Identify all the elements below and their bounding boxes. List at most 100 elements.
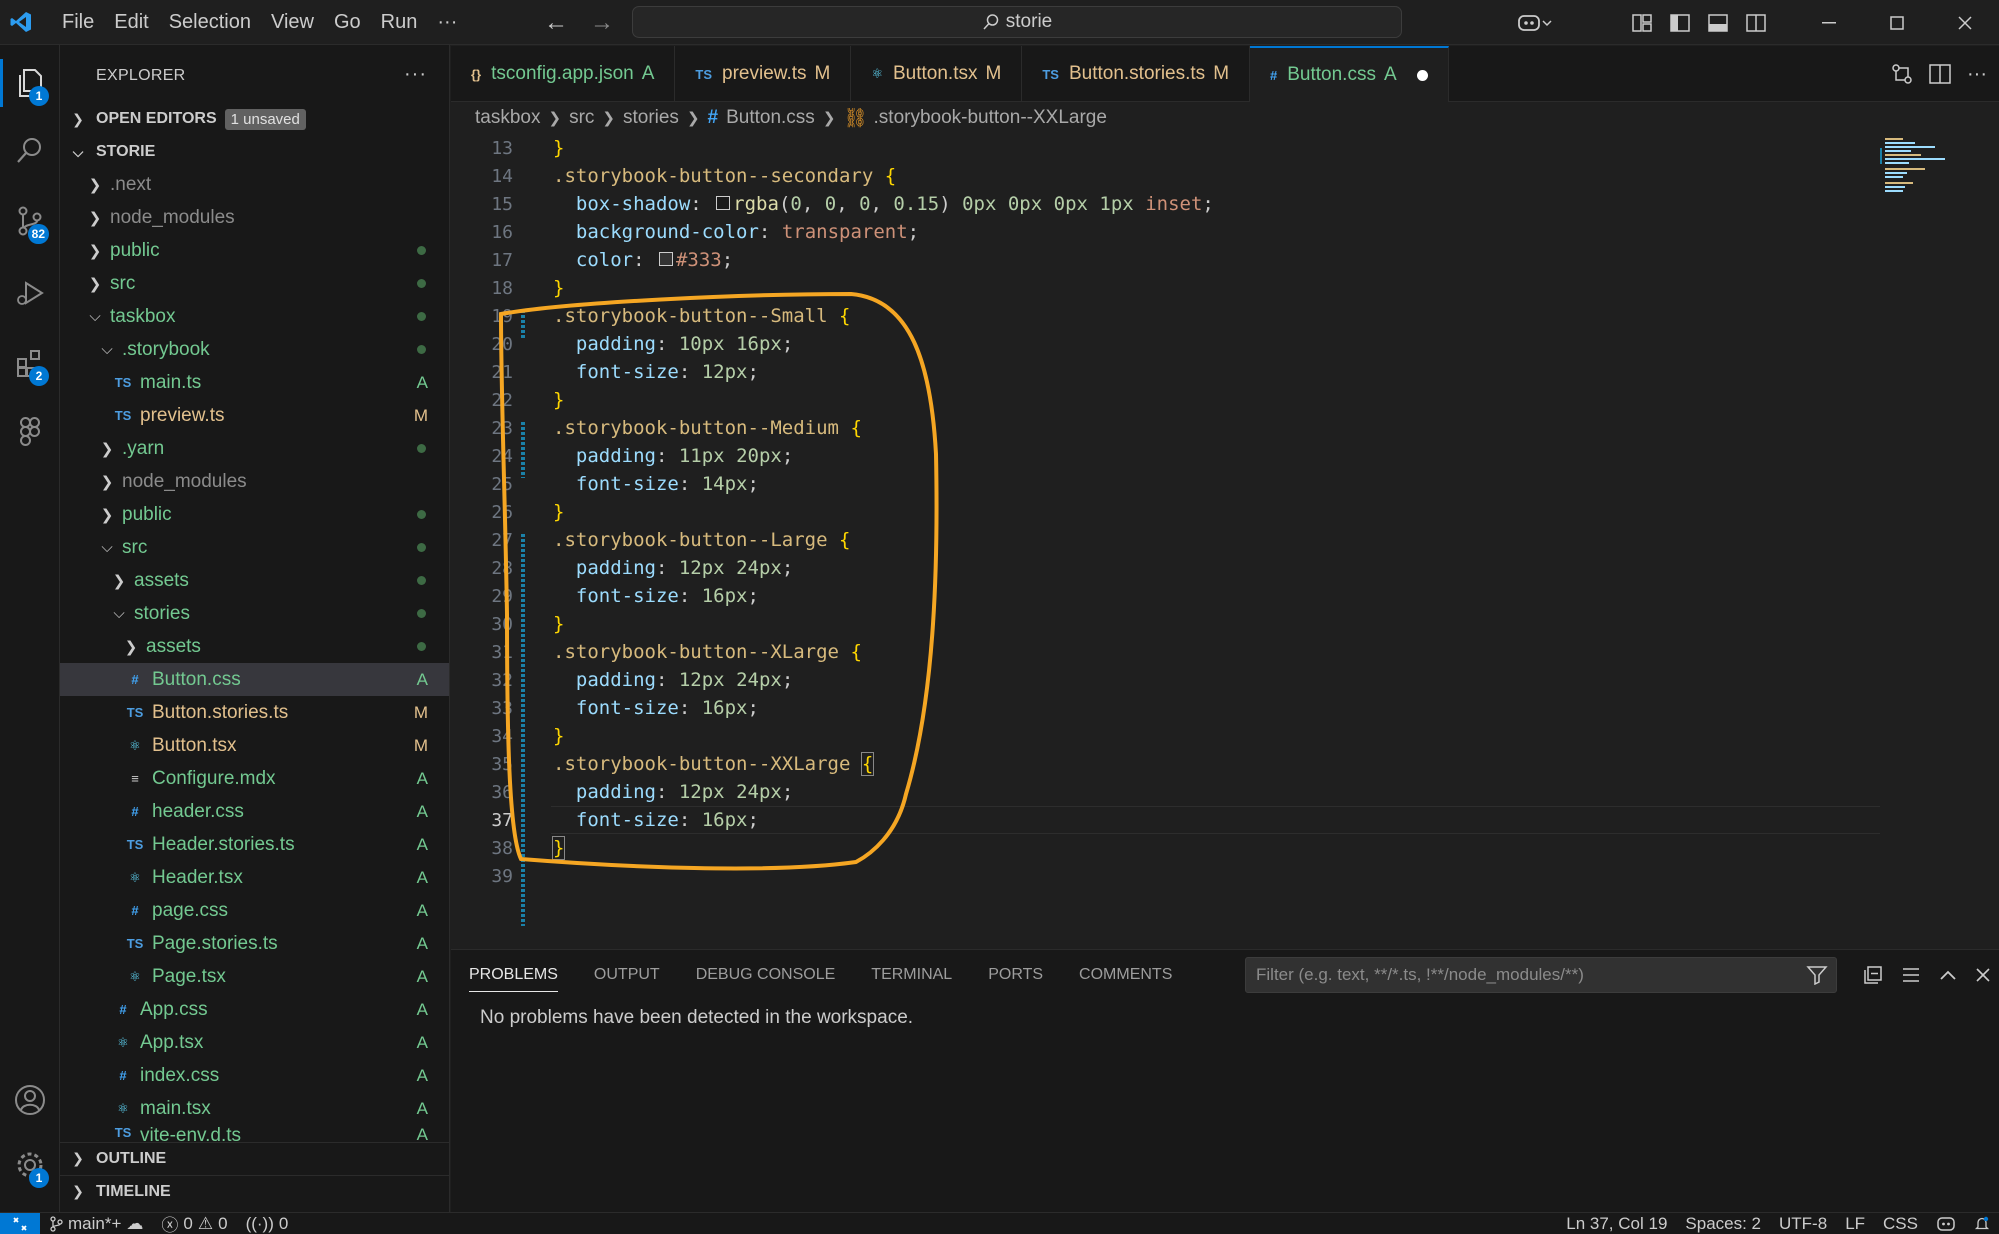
explorer-more-icon[interactable]: ··· [404, 63, 427, 86]
tab-tsconfig-app-json[interactable]: {} tsconfig.app.json A [451, 46, 676, 102]
view-as-list-icon[interactable] [1901, 966, 1921, 984]
back-arrow-icon[interactable]: ← [544, 9, 568, 37]
maximize-panel-icon[interactable] [1939, 969, 1957, 981]
tree-folder-public-2[interactable]: ❯ public [60, 498, 449, 531]
explorer-icon[interactable]: 1 [0, 53, 60, 113]
problems-filter-input[interactable]: Filter (e.g. text, **/*.ts, !**/node_mod… [1245, 957, 1837, 993]
command-center-search[interactable]: storie [632, 6, 1402, 38]
copilot-status-icon[interactable] [1927, 1216, 1965, 1232]
minimize-icon[interactable] [1795, 0, 1863, 45]
problems-status[interactable]: ⓧ 0 ⚠ 0 [152, 1211, 236, 1234]
tab-button-stories-ts[interactable]: TS Button.stories.ts M [1022, 46, 1251, 102]
tree-file-header-css[interactable]: # header.css A [60, 795, 449, 828]
tree-folder-src-2[interactable]: ⌵ src [60, 531, 449, 564]
breadcrumb-src[interactable]: src [569, 107, 594, 129]
outline-section[interactable]: ❯ OUTLINE [60, 1142, 449, 1174]
tree-file-header-tsx[interactable]: ⚛ Header.tsx A [60, 861, 449, 894]
menu-go[interactable]: Go [324, 0, 371, 45]
tree-folder-storybook[interactable]: ⌵ .storybook [60, 333, 449, 366]
toggle-primary-sidebar-icon[interactable] [1661, 0, 1699, 45]
tree-folder-assets[interactable]: ❯ assets [60, 564, 449, 597]
timeline-section[interactable]: ❯ TIMELINE [60, 1175, 449, 1207]
tab-button-css[interactable]: # Button.css A [1250, 46, 1449, 102]
split-editor-icon[interactable] [1929, 64, 1951, 84]
tab-terminal[interactable]: TERMINAL [853, 950, 970, 1000]
tree-file-main-ts[interactable]: TS main.ts A [60, 366, 449, 399]
tree-file-page-tsx[interactable]: ⚛ Page.tsx A [60, 960, 449, 993]
more-actions-icon[interactable]: ··· [1967, 63, 1987, 86]
tab-problems[interactable]: PROBLEMS [451, 950, 576, 1000]
tree-folder-src[interactable]: ❯ src [60, 267, 449, 300]
toggle-secondary-sidebar-icon[interactable] [1737, 0, 1775, 45]
encoding[interactable]: UTF-8 [1770, 1214, 1836, 1234]
tree-file-page-stories-ts[interactable]: TS Page.stories.ts A [60, 927, 449, 960]
tree-file-button-css[interactable]: # Button.css A [60, 663, 449, 696]
tree-file-header-stories-ts[interactable]: TS Header.stories.ts A [60, 828, 449, 861]
toggle-panel-icon[interactable] [1699, 0, 1737, 45]
breadcrumb-stories[interactable]: stories [623, 107, 679, 129]
menu-run[interactable]: Run [371, 0, 428, 45]
ports-status[interactable]: ((·)) 0 [237, 1214, 298, 1234]
breadcrumb-taskbox[interactable]: taskbox [475, 107, 540, 129]
tree-file-vite-env[interactable]: TS vite-env.d.ts A [60, 1125, 449, 1141]
breadcrumb-button-css[interactable]: Button.css [726, 107, 815, 129]
menu-file[interactable]: File [52, 0, 104, 45]
menu-edit[interactable]: Edit [104, 0, 158, 45]
menu-more[interactable]: ··· [427, 0, 467, 45]
indentation[interactable]: Spaces: 2 [1676, 1214, 1770, 1234]
account-icon[interactable] [0, 1070, 60, 1130]
tree-file-main-tsx[interactable]: ⚛ main.tsx A [60, 1092, 449, 1125]
figma-icon[interactable] [0, 402, 60, 462]
menu-view[interactable]: View [261, 0, 324, 45]
tree-file-app-tsx[interactable]: ⚛ App.tsx A [60, 1026, 449, 1059]
cursor-position[interactable]: Ln 37, Col 19 [1557, 1214, 1676, 1234]
extensions-icon[interactable]: 2 [0, 333, 60, 393]
close-panel-icon[interactable] [1975, 967, 1991, 983]
code-editor[interactable]: 13} 14 .storybook-button--secondary { 15 … [451, 134, 1881, 944]
tree-file-page-css[interactable]: # page.css A [60, 894, 449, 927]
end-of-line[interactable]: LF [1836, 1214, 1874, 1234]
notifications-bell-icon[interactable] [1965, 1216, 1999, 1232]
remote-indicator-icon[interactable] [0, 1212, 40, 1234]
tree-folder-stories[interactable]: ⌵ stories [60, 597, 449, 630]
tree-folder-taskbox[interactable]: ⌵ taskbox [60, 300, 449, 333]
minimap[interactable] [1880, 134, 1999, 944]
language-mode[interactable]: CSS [1874, 1214, 1927, 1234]
tree-folder-assets-2[interactable]: ❯ assets [60, 630, 449, 663]
tree-file-button-tsx[interactable]: ⚛ Button.tsx M [60, 729, 449, 762]
tree-folder-next[interactable]: ❯ .next [60, 168, 449, 201]
tree-folder-node-modules[interactable]: ❯ node_modules [60, 201, 449, 234]
settings-gear-icon[interactable]: 1 [0, 1135, 60, 1195]
tree-file-index-css[interactable]: # index.css A [60, 1059, 449, 1092]
tree-folder-node-modules-2[interactable]: ❯ node_modules [60, 465, 449, 498]
branch-status[interactable]: main*+ ☁ [40, 1214, 152, 1234]
filter-icon[interactable] [1806, 965, 1828, 985]
run-debug-icon[interactable] [0, 263, 60, 323]
unsaved-dot-icon[interactable] [1416, 69, 1428, 81]
source-control-icon[interactable]: 82 [0, 191, 60, 251]
tree-file-preview-ts[interactable]: TS preview.ts M [60, 399, 449, 432]
open-editors-section[interactable]: ❯ OPEN EDITORS 1 unsaved [60, 103, 449, 135]
collapse-all-icon[interactable] [1863, 965, 1883, 985]
menu-selection[interactable]: Selection [159, 0, 261, 45]
tab-ports[interactable]: PORTS [970, 950, 1061, 1000]
tab-button-tsx[interactable]: ⚛ Button.tsx M [851, 46, 1023, 102]
search-icon[interactable] [0, 120, 60, 180]
close-icon[interactable] [1931, 0, 1999, 45]
tab-output[interactable]: OUTPUT [576, 950, 678, 1000]
tree-file-configure-mdx[interactable]: ≡ Configure.mdx A [60, 762, 449, 795]
forward-arrow-icon[interactable]: → [590, 9, 614, 37]
storie-root-section[interactable]: ⌵ STORIE [60, 136, 449, 168]
tab-debug-console[interactable]: DEBUG CONSOLE [678, 950, 854, 1000]
tree-file-button-stories-ts[interactable]: TS Button.stories.ts M [60, 696, 449, 729]
customize-layout-icon[interactable] [1623, 0, 1661, 45]
tab-preview-ts[interactable]: TS preview.ts M [675, 46, 852, 102]
compare-changes-icon[interactable] [1891, 63, 1913, 85]
tree-folder-yarn[interactable]: ❯ .yarn [60, 432, 449, 465]
tab-comments[interactable]: COMMENTS [1061, 950, 1190, 1000]
tree-file-app-css[interactable]: # App.css A [60, 993, 449, 1026]
copilot-icon[interactable] [1507, 0, 1563, 45]
maximize-icon[interactable] [1863, 0, 1931, 45]
breadcrumb-symbol[interactable]: .storybook-button--XXLarge [874, 107, 1107, 129]
tree-folder-public[interactable]: ❯ public [60, 234, 449, 267]
